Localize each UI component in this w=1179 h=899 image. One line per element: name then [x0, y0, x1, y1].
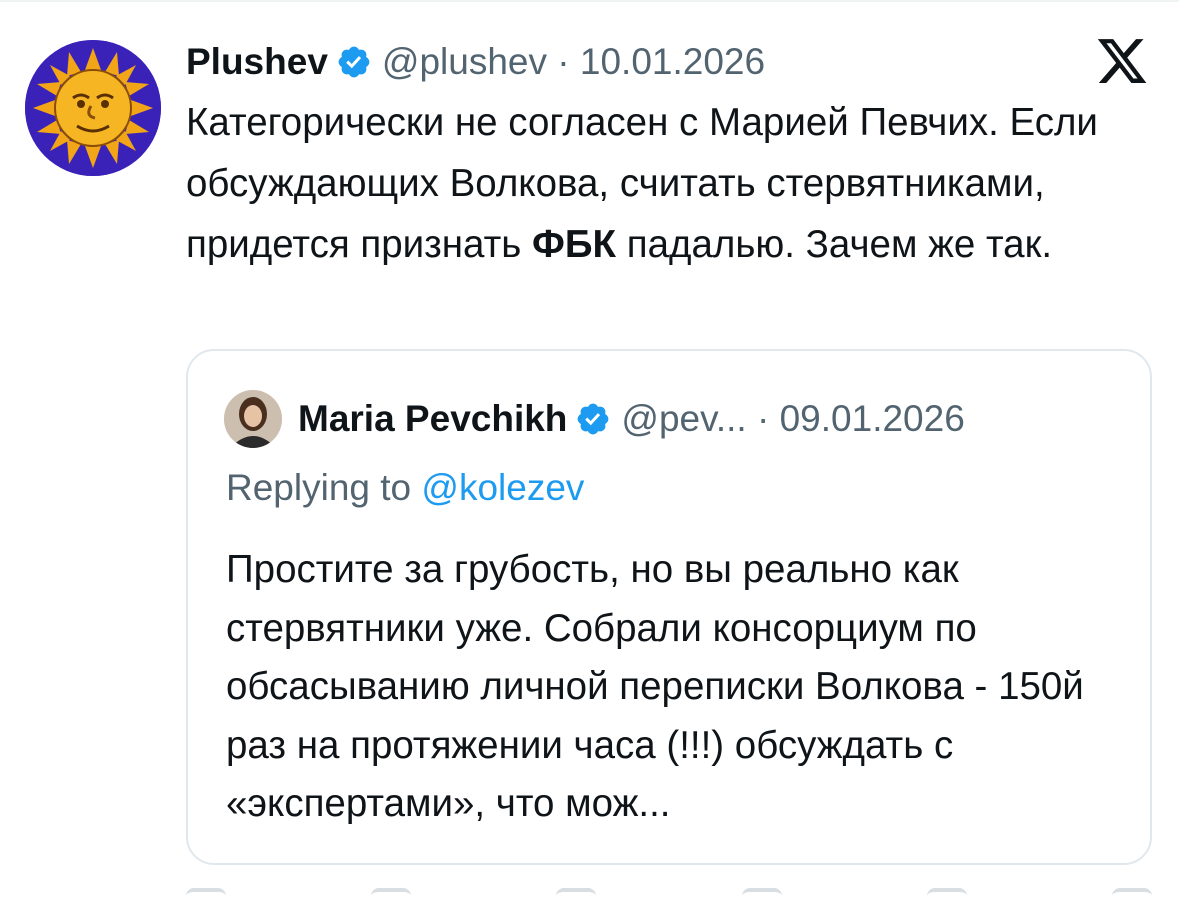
share-icon[interactable] [1111, 888, 1152, 899]
replying-to-label: Replying to [226, 467, 412, 508]
tweet-date[interactable]: 10.01.2026 [580, 41, 765, 83]
tweet-text-bold: ФБК [532, 223, 617, 266]
quoted-meta-separator: · [757, 398, 770, 439]
like-icon[interactable] [556, 888, 597, 899]
sun-face-avatar-image [25, 40, 161, 176]
bookmark-icon[interactable] [926, 888, 967, 899]
quoted-tweet-date[interactable]: 09.01.2026 [780, 398, 965, 440]
reply-icon[interactable] [186, 888, 226, 899]
quoted-author-handle[interactable]: @pev... [621, 398, 746, 440]
x-logo-icon[interactable] [1095, 34, 1149, 88]
quoted-tweet-card[interactable]: Maria Pevchikh @pev... · 09.01.2026 Repl… [186, 349, 1152, 865]
verified-badge-icon [336, 44, 372, 80]
tweet-header: Plushev @plushev · 10.01.2026 [186, 38, 765, 86]
tweet-text-part2: падалью. Зачем же так. [616, 223, 1053, 266]
tweet-text: Категорически не согласен с Марией Певчи… [186, 92, 1146, 275]
author-handle[interactable]: @plushev [382, 41, 547, 83]
quoted-tweet-text: Простите за грубость, но вы реально как … [226, 548, 1084, 825]
top-divider [0, 0, 1179, 2]
author-name[interactable]: Plushev [186, 41, 328, 83]
verified-badge-icon [575, 401, 611, 437]
quoted-tweet-header: Maria Pevchikh @pev... · 09.01.2026 [224, 387, 965, 451]
author-avatar[interactable] [25, 40, 161, 176]
views-icon[interactable] [741, 888, 782, 899]
meta-separator: · [557, 41, 570, 82]
repost-icon[interactable] [371, 888, 412, 899]
replying-to-line: Replying to @kolezev [226, 467, 584, 509]
replying-to-mention[interactable]: @kolezev [421, 467, 584, 508]
quoted-author-avatar[interactable] [224, 390, 282, 448]
tweet-action-bar [186, 888, 1152, 899]
quoted-author-name[interactable]: Maria Pevchikh [298, 398, 567, 440]
